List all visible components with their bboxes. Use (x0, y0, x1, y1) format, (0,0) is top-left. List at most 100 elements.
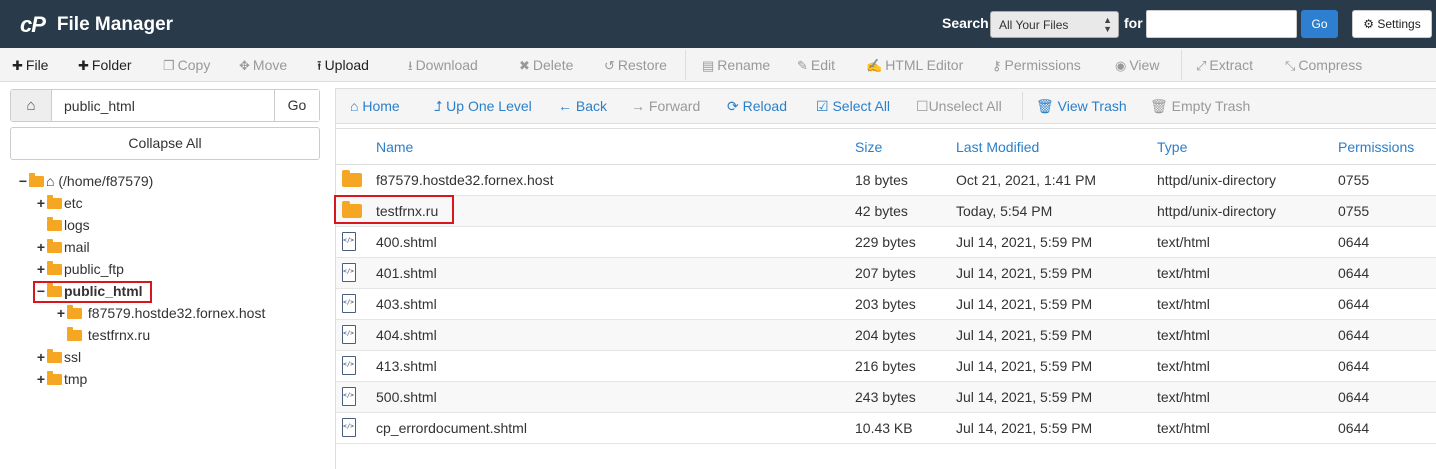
cell-name: 500.shtml (376, 389, 437, 405)
upload-button[interactable]: ⭱ Upload (317, 48, 369, 82)
cell-size: 203 bytes (855, 296, 916, 312)
expand-toggle-icon[interactable]: + (36, 368, 46, 390)
tree-item-mail[interactable]: + mail (36, 236, 90, 258)
tree-item-testfrnx[interactable]: testfrnx.ru (56, 324, 150, 346)
settings-button[interactable]: ⚙ Settings (1352, 10, 1432, 38)
tree-item-etc[interactable]: + etc (36, 192, 83, 214)
rename-icon: ▤ (702, 58, 715, 73)
checkbox-empty-icon: ☐ (916, 98, 929, 114)
tree-item-home[interactable]: − ⌂ (/home/f87579) (18, 170, 153, 192)
home-icon[interactable]: ⌂ (11, 90, 52, 121)
reload-button[interactable]: ⟳ Reload (727, 89, 787, 123)
html-file-icon (342, 356, 356, 380)
cell-type: text/html (1157, 389, 1210, 405)
search-input[interactable] (1146, 10, 1297, 38)
column-header-permissions[interactable]: Permissions (1338, 139, 1414, 155)
cell-size: 207 bytes (855, 265, 916, 281)
cell-name: 400.shtml (376, 234, 437, 250)
delete-button[interactable]: ✖ Delete (519, 48, 573, 82)
expand-toggle-icon[interactable]: + (56, 302, 66, 324)
view-button[interactable]: ◉ View (1115, 48, 1159, 82)
move-icon: ✥ (239, 58, 250, 73)
path-go-button[interactable]: Go (274, 90, 319, 121)
tree-item-logs[interactable]: logs (36, 214, 90, 236)
collapse-toggle-icon[interactable]: − (18, 170, 28, 192)
copy-button[interactable]: ❐ Copy (163, 48, 210, 82)
tree-item-label: etc (64, 195, 83, 211)
extract-button[interactable]: ⤢ Extract (1196, 48, 1253, 82)
back-button[interactable]: ← Back (558, 89, 607, 123)
select-all-label: Select All (832, 98, 891, 114)
permissions-button[interactable]: ⚷ Permissions (992, 48, 1081, 82)
table-row[interactable]: testfrnx.ru 42 bytes Today, 5:54 PM httpd/u… (336, 196, 1436, 227)
new-folder-label: Folder (91, 57, 132, 73)
unselect-all-label: Unselect All (928, 98, 1002, 114)
html-editor-button[interactable]: ✍ HTML Editor (866, 48, 963, 82)
download-icon: ⭳ (408, 58, 413, 73)
column-header-size[interactable]: Size (855, 139, 882, 155)
cell-modified: Jul 14, 2021, 5:59 PM (956, 327, 1093, 343)
home-button[interactable]: ⌂ Home (350, 89, 400, 123)
forward-button[interactable]: → Forward (631, 89, 700, 123)
expand-toggle-icon[interactable]: + (36, 192, 46, 214)
cell-perms: 0644 (1338, 358, 1370, 374)
new-folder-button[interactable]: ✚ Folder (78, 48, 132, 82)
tree-item-label: ssl (64, 349, 82, 365)
view-trash-button[interactable]: 🗑 View Trash (1036, 89, 1127, 123)
up-one-level-button[interactable]: ⮥ Up One Level (434, 89, 532, 123)
cell-type: text/html (1157, 358, 1210, 374)
table-row[interactable]: f87579.hostde32.fornex.host 18 bytes Oct 2… (336, 165, 1436, 196)
tree-item-ssl[interactable]: + ssl (36, 346, 81, 368)
search-scope-select[interactable]: All Your Files ▲ ▼ (990, 11, 1119, 38)
path-input[interactable]: public_html (64, 98, 135, 114)
tree-item-tmp[interactable]: + tmp (36, 368, 87, 390)
expand-toggle-icon[interactable]: + (36, 236, 46, 258)
collapse-all-button[interactable]: Collapse All (10, 127, 320, 160)
new-file-button[interactable]: ✚ File (12, 48, 48, 82)
rename-label: Rename (717, 57, 771, 73)
download-button[interactable]: ⭳ Download (408, 48, 478, 82)
delete-icon: ✖ (519, 58, 530, 73)
table-row[interactable]: 500.shtml 243 bytes Jul 14, 2021, 5:59 PM t… (336, 382, 1436, 413)
table-row[interactable]: 401.shtml 207 bytes Jul 14, 2021, 5:59 PM t… (336, 258, 1436, 289)
folder-icon (47, 239, 62, 253)
cell-name: 401.shtml (376, 265, 437, 281)
unselect-all-button[interactable]: ☐Unselect All (916, 89, 1002, 123)
folder-icon (67, 305, 82, 319)
column-header-type[interactable]: Type (1157, 139, 1187, 155)
cell-size: 204 bytes (855, 327, 916, 343)
table-row[interactable]: cp_errordocument.shtml 10.43 KB Jul 14, 20… (336, 413, 1436, 444)
tree-item-public-ftp[interactable]: + public_ftp (36, 258, 124, 280)
tree-item-label: f87579.hostde32.fornex.host (87, 305, 266, 321)
tree-item-label: (/home/f87579) (58, 173, 154, 189)
table-row[interactable]: 400.shtml 229 bytes Jul 14, 2021, 5:59 PM t… (336, 227, 1436, 258)
toolbar-divider (685, 50, 686, 80)
cpanel-logo[interactable]: cP (20, 12, 46, 38)
permissions-label: Permissions (1004, 57, 1081, 73)
folder-icon (47, 261, 62, 275)
move-label: Move (252, 57, 288, 73)
folder-open-icon (29, 173, 44, 187)
reload-label: Reload (742, 98, 787, 114)
empty-trash-button[interactable]: 🗑 Empty Trash (1150, 89, 1250, 123)
table-row[interactable]: 413.shtml 216 bytes Jul 14, 2021, 5:59 PM t… (336, 351, 1436, 382)
copy-icon: ❐ (163, 58, 175, 73)
tree-item-label: logs (64, 217, 90, 233)
expand-toggle-icon[interactable]: + (36, 258, 46, 280)
move-button[interactable]: ✥ Move (239, 48, 287, 82)
column-header-last-modified[interactable]: Last Modified (956, 139, 1039, 155)
expand-toggle-icon[interactable]: + (36, 346, 46, 368)
plus-icon: ✚ (78, 58, 89, 73)
search-go-button[interactable]: Go (1301, 10, 1338, 38)
rename-button[interactable]: ▤ Rename (702, 48, 770, 82)
select-all-button[interactable]: ☑ Select All (816, 89, 890, 123)
edit-button[interactable]: ✎ Edit (797, 48, 835, 82)
table-row[interactable]: 404.shtml 204 bytes Jul 14, 2021, 5:59 PM t… (336, 320, 1436, 351)
column-header-name[interactable]: Name (376, 139, 413, 155)
folder-icon (342, 170, 362, 192)
restore-button[interactable]: ↺ Restore (604, 48, 667, 82)
tree-item-host-folder[interactable]: + f87579.hostde32.fornex.host (56, 302, 265, 324)
table-row[interactable]: 403.shtml 203 bytes Jul 14, 2021, 5:59 PM t… (336, 289, 1436, 320)
compress-button[interactable]: ⤡ Compress (1285, 48, 1362, 82)
forward-label: Forward (648, 98, 701, 114)
